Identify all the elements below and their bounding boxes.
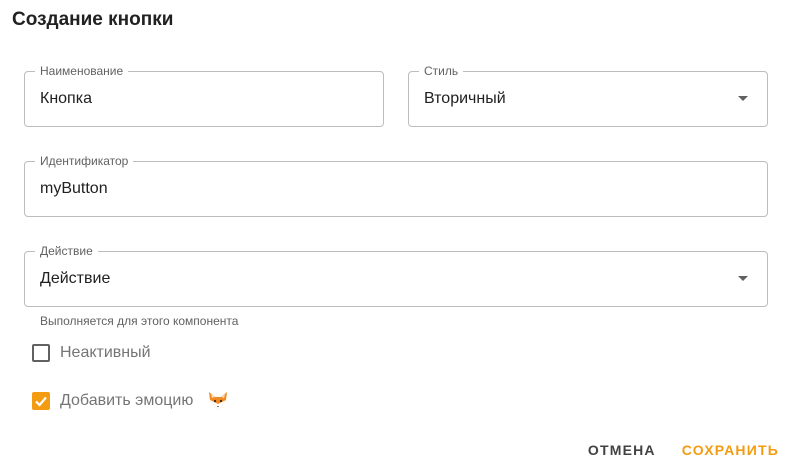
checkmark-icon	[35, 396, 47, 407]
identifier-field-value[interactable]: myButton	[40, 162, 108, 216]
name-field-value[interactable]: Кнопка	[40, 72, 92, 126]
action-helper-text: Выполняется для этого компонента	[40, 314, 239, 328]
dialog-actions: ОТМЕНА СОХРАНИТЬ	[588, 440, 779, 460]
cancel-button[interactable]: ОТМЕНА	[588, 440, 656, 460]
inactive-checkbox[interactable]	[32, 344, 50, 362]
fox-icon	[207, 390, 229, 412]
emotion-checkbox-row[interactable]: Добавить эмоцию	[32, 390, 229, 412]
emotion-checkbox[interactable]	[32, 392, 50, 410]
emotion-checkbox-label: Добавить эмоцию	[60, 392, 194, 409]
dropdown-arrow-icon[interactable]	[738, 96, 748, 101]
inactive-checkbox-row[interactable]: Неактивный	[32, 342, 151, 364]
action-select[interactable]: Действие Действие	[24, 244, 768, 307]
action-select-value[interactable]: Действие	[40, 252, 110, 306]
style-select[interactable]: Стиль Вторичный	[408, 64, 768, 127]
name-field[interactable]: Наименование Кнопка	[24, 64, 384, 127]
dialog-title: Создание кнопки	[12, 9, 174, 30]
inactive-checkbox-label: Неактивный	[60, 344, 151, 361]
save-button[interactable]: СОХРАНИТЬ	[682, 440, 779, 460]
style-select-value[interactable]: Вторичный	[424, 72, 506, 126]
identifier-field[interactable]: Идентификатор myButton	[24, 154, 768, 217]
dropdown-arrow-icon[interactable]	[738, 276, 748, 281]
